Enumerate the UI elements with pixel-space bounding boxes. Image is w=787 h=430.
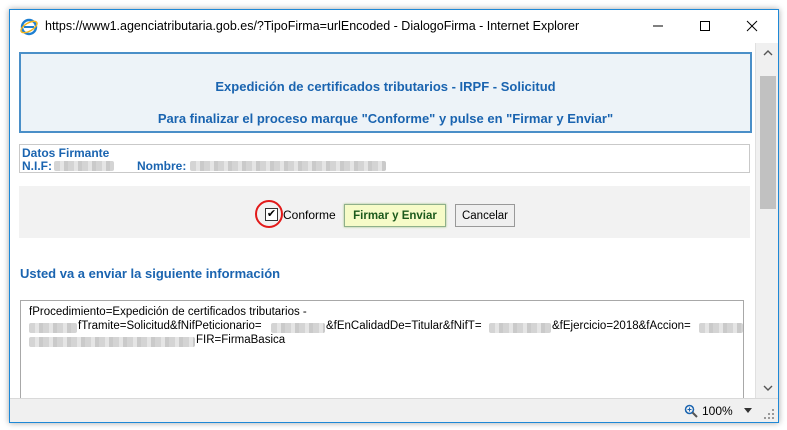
dialog-content: Expedición de certificados tributarios -… [10,43,754,398]
signer-data-box: Datos Firmante N.I.F: Nombre: [19,144,750,173]
dialog-title: Expedición de certificados tributarios -… [215,79,556,94]
maximize-button[interactable] [682,10,728,41]
status-bar: 100% [10,398,778,422]
resize-grip-icon[interactable] [764,409,774,419]
browser-window: https://www1.agenciatributaria.gob.es/?T… [9,9,779,423]
scroll-down-button[interactable] [756,378,778,398]
minimize-button[interactable] [635,10,681,41]
dialog-instructions: Para finalizar el proceso marque "Confor… [157,111,614,126]
conforme-checkbox[interactable]: ✔ [265,208,278,221]
info-text-box[interactable]: fProcedimiento=Expedición de certificado… [20,300,744,398]
close-icon [746,20,758,31]
signer-title: Datos Firmante [22,146,110,160]
redacted-text [29,323,77,333]
scroll-thumb[interactable] [760,76,776,209]
info-line-1: fProcedimiento=Expedición de certificado… [29,306,307,318]
zoom-level: 100% [702,404,733,418]
name-redacted-value [190,161,386,171]
nif-label: N.I.F: [22,159,52,173]
title-bar: https://www1.agenciatributaria.gob.es/?T… [10,10,778,43]
info-line-2b: &fEnCalidadDe=Titular&fNifT= [326,320,482,332]
info-line-3: FIR=FirmaBasica [196,334,286,346]
conforme-label: Conforme [283,208,336,222]
maximize-icon [700,20,710,31]
zoom-control[interactable]: 100% [684,404,733,418]
info-heading: Usted va a enviar la siguiente informaci… [20,266,281,281]
highlight-circle: ✔ [255,200,283,228]
chevron-up-icon [763,50,773,56]
redacted-text [29,337,195,347]
redacted-text [489,323,551,333]
redacted-text [271,323,325,333]
info-line-2a: fTramite=Solicitud&fNifPeticionario= [78,320,262,332]
info-line-2c: &fEjercicio=2018&fAccion= [552,320,691,332]
close-button[interactable] [729,10,775,41]
dialog-header: Expedición de certificados tributarios -… [19,52,752,133]
sign-and-send-button[interactable]: Firmar y Enviar [344,204,446,227]
window-title: https://www1.agenciatributaria.gob.es/?T… [45,19,580,33]
internet-explorer-icon [20,18,38,36]
zoom-icon [684,404,698,418]
chevron-down-icon [763,385,773,391]
vertical-scrollbar[interactable] [755,43,778,398]
caret-down-icon[interactable] [744,408,752,413]
nif-redacted-value [54,161,114,171]
action-bar: ✔ Conforme Firmar y Enviar Cancelar [19,186,750,238]
minimize-icon [653,25,663,26]
redacted-text [699,323,743,333]
scroll-up-button[interactable] [756,43,778,63]
name-label: Nombre: [137,159,187,173]
cancel-button[interactable]: Cancelar [455,204,515,227]
